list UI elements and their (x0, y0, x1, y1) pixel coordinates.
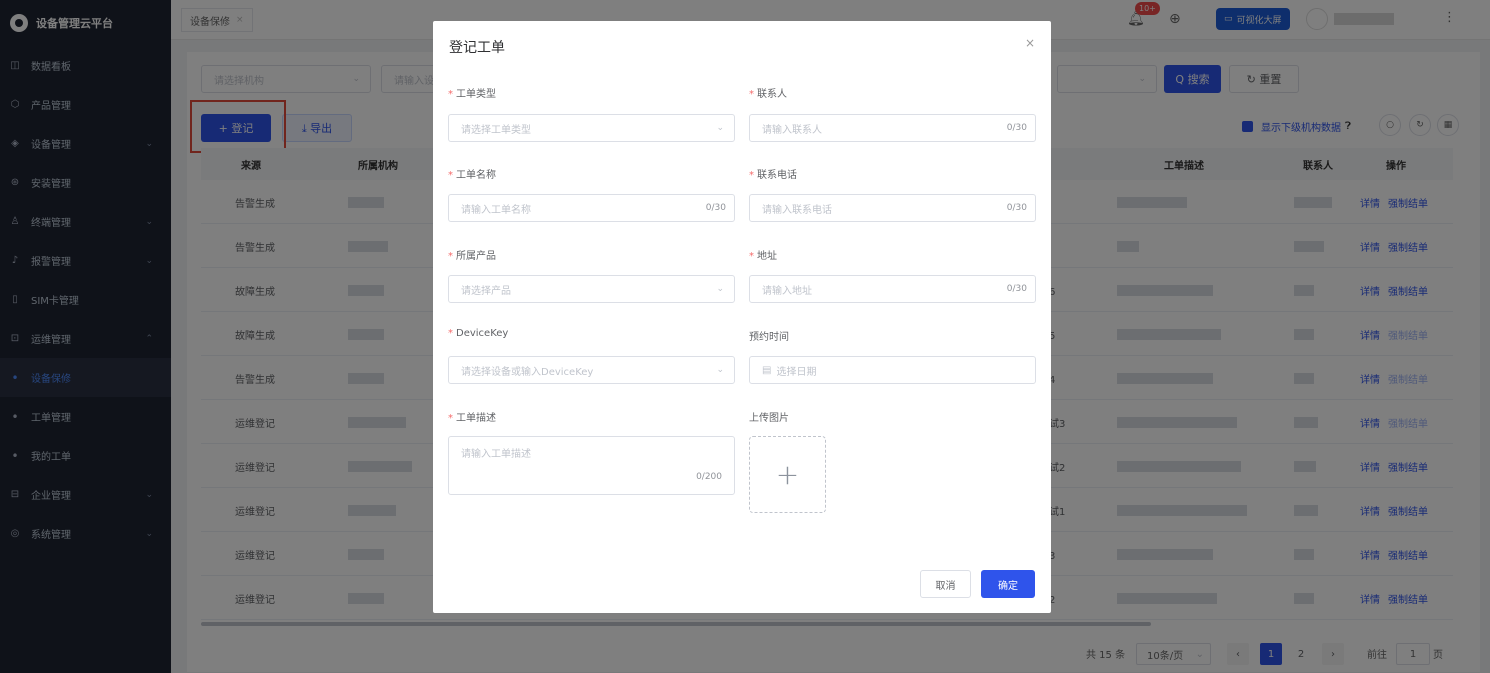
upload-label: 上传图片 (749, 413, 789, 424)
address-counter: 0/30 (1006, 284, 1027, 294)
calendar-icon: ▤ (762, 364, 772, 376)
chevron-down-icon: ⌄ (716, 284, 724, 294)
name-counter: 0/30 (705, 203, 726, 213)
contact-counter: 0/30 (1006, 123, 1027, 133)
product-label: * 所属产品 (448, 251, 496, 262)
appointment-placeholder: 选择日期 (776, 366, 817, 378)
contact-placeholder: 请输入联系人 (762, 124, 822, 136)
product-placeholder: 请选择产品 (461, 285, 511, 297)
type-label: * 工单类型 (448, 89, 496, 100)
address-input[interactable]: 请输入地址 0/30 (749, 275, 1036, 303)
chevron-down-icon: ⌄ (716, 365, 724, 375)
cancel-button[interactable]: 取消 (920, 570, 971, 598)
close-icon[interactable]: × (1025, 36, 1035, 50)
phone-counter: 0/30 (1006, 203, 1027, 213)
address-label: * 地址 (749, 251, 777, 262)
devicekey-select[interactable]: 请选择设备或输入DeviceKey ⌄ (448, 356, 735, 384)
name-label: * 工单名称 (448, 170, 496, 181)
workorder-name-input[interactable]: 请输入工单名称 0/30 (448, 194, 735, 222)
phone-placeholder: 请输入联系电话 (762, 204, 832, 216)
plus-icon: + (775, 458, 800, 491)
type-placeholder: 请选择工单类型 (461, 124, 531, 136)
devicekey-label: * DeviceKey (448, 328, 509, 339)
contact-label: * 联系人 (749, 89, 787, 100)
dialog-title: 登记工单 (449, 40, 505, 56)
register-workorder-dialog: 登记工单 × * 工单类型 请选择工单类型 ⌄ * 联系人 请输入联系人 0/30 … (433, 21, 1051, 613)
devicekey-placeholder: 请选择设备或输入DeviceKey (461, 366, 594, 378)
appointment-label: 预约时间 (749, 332, 789, 343)
product-select[interactable]: 请选择产品 ⌄ (448, 275, 735, 303)
workorder-type-select[interactable]: 请选择工单类型 ⌄ (448, 114, 735, 142)
appointment-date-picker[interactable]: ▤ 选择日期 (749, 356, 1036, 384)
chevron-down-icon: ⌄ (716, 123, 724, 133)
address-placeholder: 请输入地址 (762, 285, 812, 297)
desc-label: * 工单描述 (448, 413, 496, 424)
contact-input[interactable]: 请输入联系人 0/30 (749, 114, 1036, 142)
desc-counter: 0/200 (696, 472, 722, 482)
phone-label: * 联系电话 (749, 170, 797, 181)
name-placeholder: 请输入工单名称 (461, 204, 531, 216)
phone-input[interactable]: 请输入联系电话 0/30 (749, 194, 1036, 222)
upload-image-button[interactable]: + (749, 436, 826, 513)
workorder-desc-textarea[interactable]: 请输入工单描述 0/200 (448, 436, 735, 495)
confirm-button[interactable]: 确定 (981, 570, 1035, 598)
desc-placeholder: 请输入工单描述 (461, 449, 531, 460)
